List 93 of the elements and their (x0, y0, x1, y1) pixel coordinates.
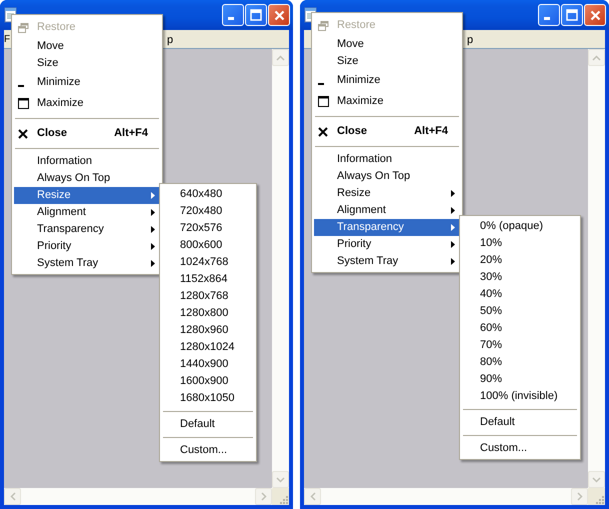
menu-item[interactable]: 1280x768 (162, 288, 254, 305)
menu-item[interactable]: Custom... (162, 442, 254, 459)
menu-item[interactable]: 0% (opaque) (462, 218, 578, 235)
menu-item[interactable]: 1280x1024 (162, 339, 254, 356)
menu-item[interactable]: Default (162, 416, 254, 433)
maximize-icon (18, 98, 29, 109)
menu-item[interactable]: 60% (462, 320, 578, 337)
menu-item[interactable]: 20% (462, 252, 578, 269)
menu-item[interactable]: 40% (462, 286, 578, 303)
horizontal-scrollbar[interactable] (304, 488, 588, 505)
maximize-button[interactable] (245, 4, 267, 26)
submenu-arrow-icon (451, 241, 455, 248)
vertical-scrollbar[interactable] (588, 49, 605, 488)
submenu-arrow-icon (451, 258, 455, 265)
size-grip-icon (277, 493, 289, 505)
menu-item[interactable]: Information (14, 153, 160, 170)
menu-item[interactable]: Information (314, 151, 460, 168)
minimize-icon (318, 82, 324, 84)
menu-bar-item[interactable]: p (167, 32, 174, 48)
close-button[interactable] (584, 4, 606, 26)
menu-item[interactable]: Maximize (314, 91, 460, 112)
submenu-arrow-icon (151, 243, 155, 250)
submenu-arrow-icon (451, 207, 455, 214)
close-icon (18, 128, 28, 138)
submenu-arrow-icon (151, 192, 155, 199)
menu-item[interactable]: 1152x864 (162, 271, 254, 288)
menu-item[interactable]: 80% (462, 354, 578, 371)
menu-item[interactable]: System Tray (314, 253, 460, 270)
menu-item[interactable]: Default (462, 414, 578, 431)
restore-icon (18, 22, 29, 32)
menu-item[interactable]: Transparency (14, 221, 160, 238)
menu-item[interactable]: 720x480 (162, 203, 254, 220)
menu-item[interactable]: 1440x900 (162, 356, 254, 373)
menu-item[interactable]: Close Alt+F4 (314, 121, 460, 142)
menu-item[interactable]: 50% (462, 303, 578, 320)
menu-bar-item[interactable]: F (4, 32, 10, 47)
size-grip-icon (593, 493, 605, 505)
menu-item[interactable]: Priority (314, 236, 460, 253)
minimize-icon (18, 84, 24, 86)
close-icon (274, 10, 284, 20)
menu-item[interactable]: Alignment (14, 204, 160, 221)
menu-item[interactable]: Size (314, 53, 460, 70)
menu-item[interactable]: Priority (14, 238, 160, 255)
minimize-icon (544, 17, 550, 20)
close-icon (318, 126, 328, 136)
close-button[interactable] (268, 4, 290, 26)
horizontal-scrollbar[interactable] (4, 488, 272, 505)
vertical-scrollbar[interactable] (272, 49, 289, 488)
submenu-arrow-icon (151, 260, 155, 267)
minimize-icon (228, 17, 234, 20)
menu-item[interactable]: Size (14, 55, 160, 72)
menu-item[interactable]: Move (14, 38, 160, 55)
maximize-button[interactable] (561, 4, 583, 26)
maximize-icon (318, 96, 329, 107)
menu-item[interactable]: 1600x900 (162, 373, 254, 390)
menu-item[interactable]: 1280x960 (162, 322, 254, 339)
menu-item[interactable]: Close Alt+F4 (14, 123, 160, 144)
submenu-arrow-icon (451, 190, 455, 197)
maximize-icon (250, 9, 262, 21)
menu-item[interactable]: 90% (462, 371, 578, 388)
minimize-button[interactable] (222, 4, 244, 26)
submenu-arrow-icon (151, 226, 155, 233)
menu-item[interactable]: 640x480 (162, 186, 254, 203)
minimize-button[interactable] (538, 4, 560, 26)
menu-item[interactable]: 1024x768 (162, 254, 254, 271)
menu-item[interactable]: Transparency (314, 219, 460, 236)
menu-item[interactable]: 70% (462, 337, 578, 354)
menu-item[interactable]: Minimize (314, 70, 460, 91)
menu-item[interactable]: Resize (14, 187, 160, 204)
menu-item[interactable]: 30% (462, 269, 578, 286)
menu-item[interactable]: Move (314, 36, 460, 53)
restore-icon (318, 20, 329, 30)
menu-item[interactable]: 800x600 (162, 237, 254, 254)
menu-item[interactable]: Resize (314, 185, 460, 202)
menu-item[interactable]: 10% (462, 235, 578, 252)
menu-item[interactable]: 100% (invisible) (462, 388, 578, 405)
close-icon (590, 10, 600, 20)
menu-item[interactable]: Always On Top (314, 168, 460, 185)
menu-item[interactable]: Alignment (314, 202, 460, 219)
submenu-arrow-icon (151, 209, 155, 216)
menu-item[interactable]: Maximize (14, 93, 160, 114)
submenu-arrow-icon (451, 224, 455, 231)
menu-item[interactable]: Always On Top (14, 170, 160, 187)
shortcut-text: Alt+F4 (114, 126, 149, 142)
menu-item[interactable]: Minimize (14, 72, 160, 93)
menu-item[interactable]: System Tray (14, 255, 160, 272)
menu-item[interactable]: 1280x800 (162, 305, 254, 322)
menu-item[interactable]: 720x576 (162, 220, 254, 237)
maximize-icon (566, 9, 578, 21)
menu-item[interactable]: 1680x1050 (162, 390, 254, 407)
menu-item[interactable]: Custom... (462, 440, 578, 457)
menu-bar-item[interactable]: p (467, 32, 474, 48)
shortcut-text: Alt+F4 (414, 124, 449, 140)
